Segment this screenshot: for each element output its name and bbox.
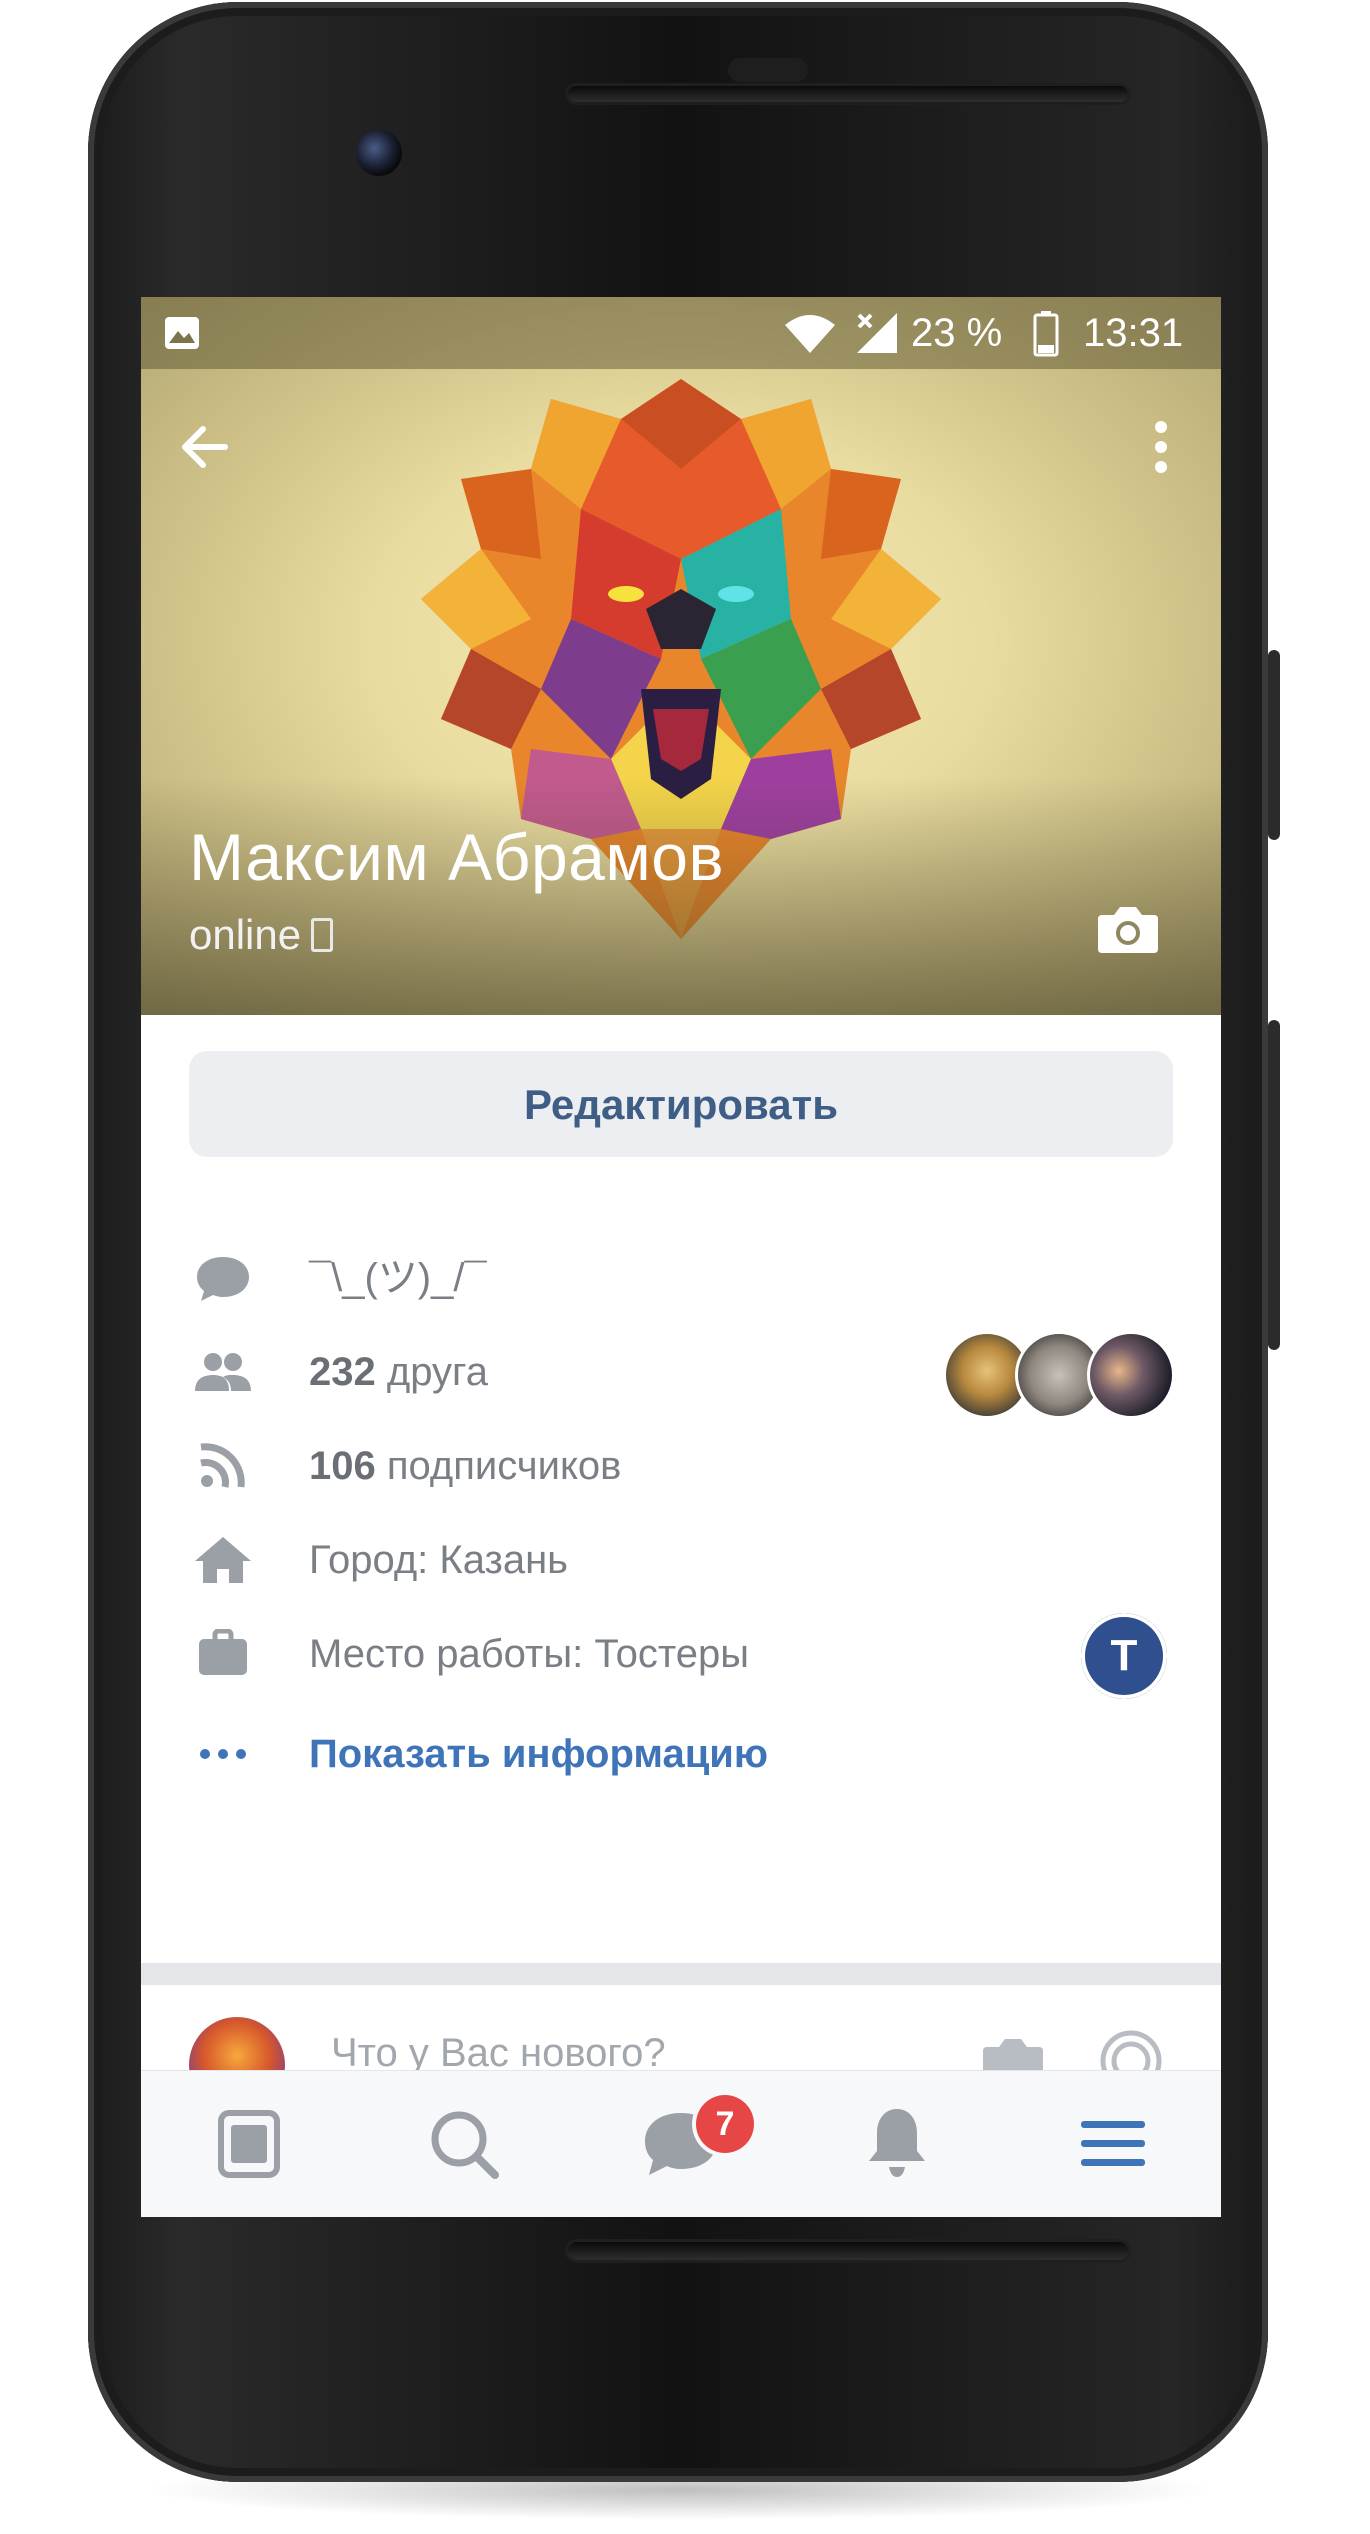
speech-bubble-icon [197, 1257, 249, 1301]
messages-badge: 7 [696, 2095, 754, 2153]
power-button [1268, 1020, 1280, 1350]
camera-icon[interactable] [1096, 903, 1160, 955]
back-arrow-icon[interactable] [173, 415, 237, 479]
battery-icon [1033, 311, 1059, 357]
image-notification-icon [165, 317, 199, 349]
followers-word: подписчиков [375, 1444, 622, 1488]
friends-count: 232 [309, 1350, 376, 1394]
friends-label: 232 друга [309, 1327, 488, 1417]
battery-percent: 23 % [911, 311, 1003, 355]
signal-icon [857, 313, 897, 353]
wifi-icon [785, 315, 835, 353]
show-info-row[interactable]: Показать информацию [141, 1709, 1221, 1799]
top-speaker [568, 86, 1128, 102]
search-tab-icon[interactable] [415, 2099, 515, 2189]
friends-row[interactable]: 232 друга [141, 1327, 1221, 1419]
mobile-device-icon [311, 918, 334, 952]
friends-word: друга [375, 1350, 488, 1394]
followers-count: 106 [309, 1444, 376, 1488]
more-vertical-icon[interactable] [1141, 415, 1181, 479]
work-text: Место работы: Тостеры [309, 1632, 749, 1676]
work-row[interactable]: Место работы: Тостеры T [141, 1609, 1221, 1699]
home-icon [195, 1537, 251, 1583]
front-camera [356, 130, 402, 176]
bottom-tab-bar: 7 [141, 2070, 1221, 2217]
city-text: Город: Казань [309, 1538, 569, 1582]
followers-label: 106 подписчиков [309, 1421, 621, 1511]
edit-profile-button[interactable]: Редактировать [189, 1051, 1173, 1157]
cover-gradient [141, 777, 1221, 1015]
status-row[interactable]: ¯\_(ツ)_/¯ [141, 1233, 1221, 1323]
company-logo[interactable]: T [1081, 1613, 1167, 1699]
bottom-speaker [568, 2242, 1128, 2260]
proximity-sensor [728, 58, 808, 82]
briefcase-icon [199, 1629, 247, 1675]
status-text: ¯\_(ツ)_/¯ [309, 1256, 487, 1300]
profile-name: Максим Абрамов [189, 820, 724, 894]
avatar[interactable] [1087, 1331, 1175, 1419]
clock: 13:31 [1083, 311, 1184, 355]
notifications-tab-icon[interactable] [847, 2099, 947, 2189]
volume-button [1268, 650, 1280, 840]
menu-tab-icon[interactable] [1063, 2099, 1163, 2189]
online-status: online [189, 911, 334, 959]
news-tab-icon[interactable] [199, 2099, 299, 2189]
section-divider [141, 1963, 1221, 1985]
friends-avatars[interactable] [943, 1331, 1175, 1419]
profile-cover: 23 % 13:31 Максим Абрамов online [141, 297, 1221, 1015]
app-screen: 23 % 13:31 Максим Абрамов online Редакти… [141, 297, 1221, 2217]
followers-row[interactable]: 106 подписчиков [141, 1421, 1221, 1511]
friends-icon [195, 1353, 251, 1391]
online-status-text: online [189, 911, 302, 958]
status-bar: 23 % 13:31 [141, 297, 1221, 369]
rss-icon [200, 1443, 245, 1488]
more-horizontal-icon [200, 1749, 246, 1759]
show-info-link[interactable]: Показать информацию [309, 1709, 768, 1799]
city-row: Город: Казань [141, 1515, 1221, 1605]
